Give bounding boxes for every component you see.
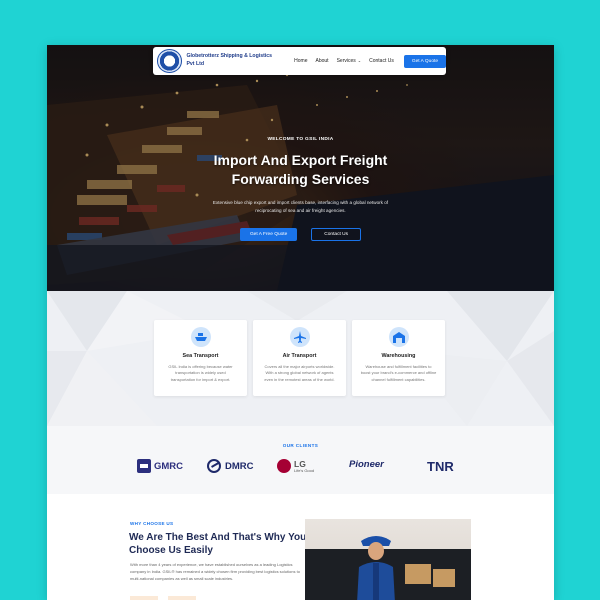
feature-tabs bbox=[130, 596, 196, 600]
service-title: Sea Transport bbox=[182, 353, 219, 359]
why-eyebrow: WHY CHOOSE US bbox=[130, 521, 174, 526]
hero-title: Import And Export Freight Forwarding Ser… bbox=[47, 151, 554, 189]
client-logo-dmrc: DMRC bbox=[207, 459, 254, 473]
hero-eyebrow: WELCOME TO GSIL INDIA bbox=[267, 137, 334, 142]
hero-buttons: Get A Free Quote Contact Us bbox=[47, 228, 554, 242]
client-name: Pioneer bbox=[349, 459, 384, 470]
box-shape bbox=[405, 564, 431, 584]
website-screenshot: Globetrotterz Shipping & Logistics Pvt L… bbox=[47, 45, 554, 600]
service-text: GSIL India is offering because water tra… bbox=[168, 364, 233, 382]
hero-title-line1: Import And Export Freight bbox=[213, 152, 388, 168]
client-logos: GMRC DMRC LG Life's Good Pioneer TNR bbox=[47, 459, 554, 475]
service-card-air[interactable]: Air Transport Covers all the major airpo… bbox=[253, 320, 346, 396]
box-shape bbox=[433, 569, 455, 587]
free-quote-button[interactable]: Get A Free Quote bbox=[239, 228, 298, 242]
nav-contact[interactable]: Contact Us bbox=[369, 58, 394, 64]
nav-services[interactable]: Services ⌄ bbox=[337, 58, 362, 64]
feature-tab[interactable] bbox=[130, 596, 158, 600]
client-logo-gmrc: GMRC bbox=[137, 459, 183, 473]
company-logo[interactable] bbox=[157, 49, 183, 73]
delivery-person-image bbox=[305, 519, 471, 600]
clients-title: OUR CLIENTS bbox=[282, 443, 319, 448]
services-section: Sea Transport GSIL India is offering bec… bbox=[47, 291, 554, 426]
hero-section: Globetrotterz Shipping & Logistics Pvt L… bbox=[47, 45, 554, 291]
feature-tab[interactable] bbox=[168, 596, 196, 600]
service-title: Warehousing bbox=[381, 353, 416, 359]
ship-icon bbox=[190, 327, 211, 347]
nav-services-label: Services bbox=[336, 58, 356, 64]
client-name: DMRC bbox=[225, 460, 254, 472]
service-cards: Sea Transport GSIL India is offering bec… bbox=[154, 320, 445, 396]
service-text: Warehouse and fulfillment facilities to … bbox=[360, 364, 437, 382]
lg-wordmark: LG Life's Good bbox=[294, 459, 314, 473]
clients-section: OUR CLIENTS GMRC DMRC LG Life's Good Pio… bbox=[47, 426, 554, 494]
nav-home[interactable]: Home bbox=[294, 58, 307, 64]
dmrc-mark-icon bbox=[207, 459, 221, 473]
lg-mark-icon bbox=[277, 459, 291, 473]
navbar: Globetrotterz Shipping & Logistics Pvt L… bbox=[153, 47, 446, 75]
contact-us-button[interactable]: Contact Us bbox=[311, 228, 362, 242]
client-name: GMRC bbox=[154, 460, 184, 472]
why-choose-us-section: WHY CHOOSE US We Are The Best And That's… bbox=[47, 494, 554, 600]
service-title: Air Transport bbox=[282, 353, 317, 359]
nav-about[interactable]: About bbox=[316, 58, 329, 64]
warehouse-icon bbox=[388, 327, 409, 347]
client-logo-lg: LG Life's Good bbox=[277, 459, 314, 473]
client-logo-pioneer: Pioneer bbox=[349, 459, 384, 470]
airplane-icon bbox=[289, 327, 310, 347]
hero-title-line2: Forwarding Services bbox=[231, 170, 370, 187]
client-logo-tnr: TNR bbox=[427, 459, 454, 474]
service-card-warehouse[interactable]: Warehousing Warehouse and fulfillment fa… bbox=[352, 320, 445, 396]
why-text: With more than 4 years of experience, we… bbox=[130, 562, 300, 581]
chevron-down-icon: ⌄ bbox=[357, 58, 362, 63]
hero-content: WELCOME TO GSIL INDIA Import And Export … bbox=[47, 137, 554, 242]
client-name: TNR bbox=[427, 459, 454, 474]
nav-links: Home About Services ⌄ Contact Us Get A Qu… bbox=[294, 54, 446, 68]
person-figure bbox=[357, 536, 395, 600]
why-title: We Are The Best And That's Why You Can C… bbox=[129, 532, 328, 556]
brand-name[interactable]: Globetrotterz Shipping & Logistics Pvt L… bbox=[186, 53, 280, 69]
hero-description: Extensive blue chip export and import cl… bbox=[212, 199, 389, 213]
lg-tagline: Life's Good bbox=[294, 468, 315, 473]
service-card-sea[interactable]: Sea Transport GSIL India is offering bec… bbox=[154, 320, 247, 396]
gmrc-mark-icon bbox=[137, 459, 151, 473]
get-quote-button[interactable]: Get A Quote bbox=[403, 54, 446, 68]
service-text: Covers all the major airports worldwide.… bbox=[264, 364, 335, 382]
